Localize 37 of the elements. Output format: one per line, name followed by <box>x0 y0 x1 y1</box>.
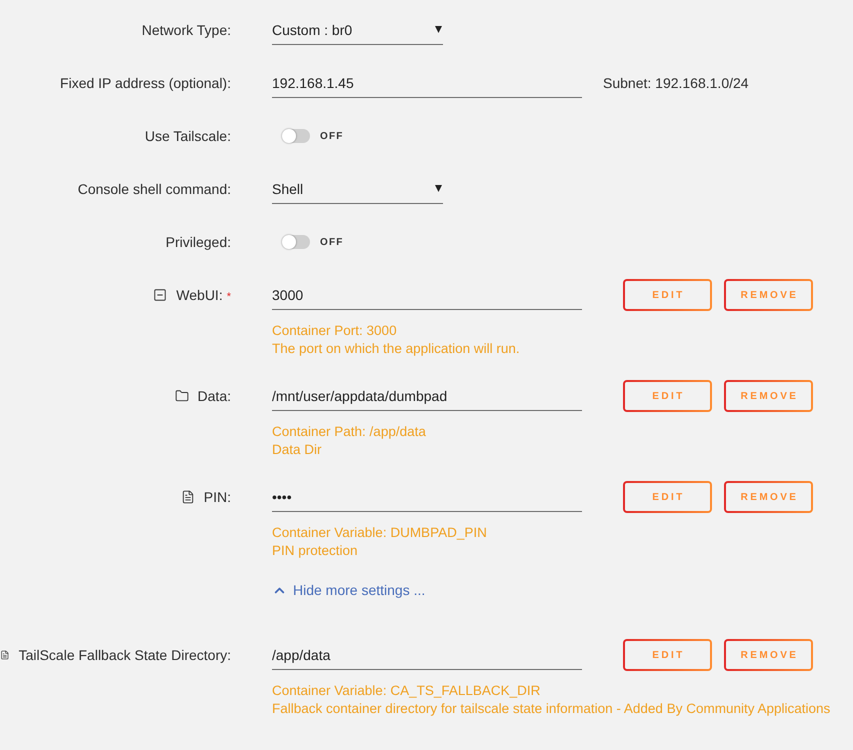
field-label: Privileged: <box>166 234 231 250</box>
field-description: Container Variable: DUMBPAD_PIN <box>272 524 488 542</box>
field-note: Subnet: 192.168.1.0/24 <box>603 75 749 91</box>
toggle-switch[interactable] <box>282 235 310 249</box>
field-description: Container Port: 3000 <box>272 322 398 340</box>
input-field[interactable]: 3000 <box>272 280 582 310</box>
dropdown[interactable]: Shell <box>272 174 443 204</box>
switch-state-label: OFF <box>320 236 344 248</box>
caret-down-icon <box>435 26 442 33</box>
field-description: Fallback container directory for tailscale state information - Added By Community Applications <box>272 700 832 718</box>
field-label: Data: <box>198 388 231 404</box>
field-label: TailScale Fallback State Directory: <box>18 647 231 663</box>
input-field[interactable]: 192.168.1.45 <box>272 68 582 98</box>
input-field[interactable]: •••• <box>272 482 582 512</box>
field-label: WebUI: <box>176 287 223 303</box>
file-text-icon <box>180 490 195 504</box>
input-field[interactable]: /app/data <box>272 640 582 670</box>
file-text-icon <box>0 648 10 662</box>
required-mark: * <box>226 291 231 303</box>
field-label: Console shell command: <box>78 181 231 197</box>
field-description: The port on which the application will run. <box>272 340 521 358</box>
switch-state-label: OFF <box>320 130 344 142</box>
toggle-switch[interactable] <box>282 129 310 143</box>
minus-square-icon <box>153 288 168 302</box>
field-description: Data Dir <box>272 441 323 459</box>
field-description: Container Path: /app/data <box>272 423 427 441</box>
folder-icon <box>174 389 189 403</box>
dropdown[interactable]: Custom : br0 <box>272 15 443 45</box>
field-description: Container Variable: CA_TS_FALLBACK_DIR <box>272 682 542 700</box>
field-label: PIN: <box>204 489 231 505</box>
field-description: PIN protection <box>272 542 359 560</box>
toggle-settings-link[interactable]: Hide more settings ... <box>272 581 426 599</box>
field-label: Fixed IP address (optional): <box>60 75 231 91</box>
field-label: Use Tailscale: <box>144 128 231 144</box>
input-field[interactable]: /mnt/user/appdata/dumbpad <box>272 381 582 411</box>
field-label: Network Type: <box>142 22 231 38</box>
caret-down-icon <box>435 185 442 192</box>
